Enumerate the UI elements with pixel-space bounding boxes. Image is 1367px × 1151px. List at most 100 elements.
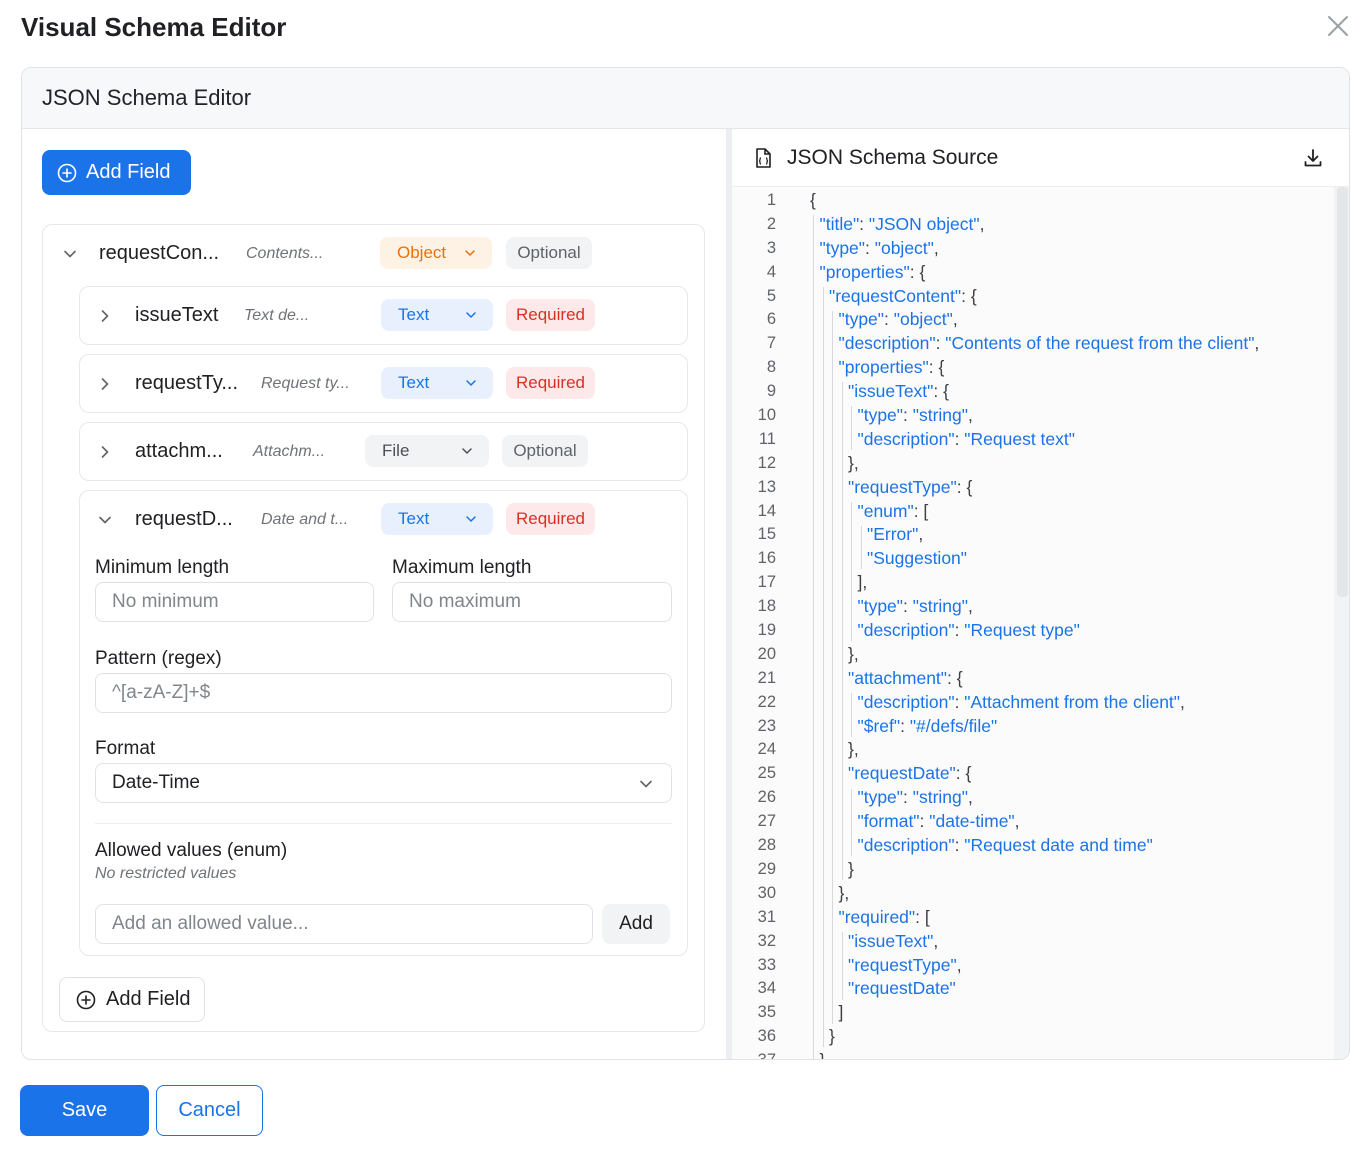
field-description[interactable]: Contents...	[246, 245, 323, 263]
code-line: 3 "type": "object",	[732, 237, 1334, 261]
code-text: }	[829, 1026, 835, 1047]
add-field-button[interactable]: Add Field	[42, 150, 191, 195]
code-text: "format": "date-time",	[857, 811, 1020, 832]
code-text: "requestType",	[848, 954, 962, 975]
required-toggle[interactable]: Optional	[506, 237, 592, 269]
indent-guide	[851, 692, 852, 737]
field-name[interactable]: requestD...	[135, 508, 233, 531]
field-name[interactable]: issueText	[135, 304, 218, 327]
code-text: "type": "object",	[819, 237, 939, 258]
pattern-input[interactable]: ^[a-zA-Z]+$	[95, 673, 672, 713]
code-text: "required": [	[838, 906, 930, 927]
source-title: JSON Schema Source	[787, 145, 999, 169]
add-nested-field-button[interactable]: Add Field	[59, 977, 205, 1022]
editor-title: JSON Schema Editor	[22, 68, 1349, 129]
required-toggle[interactable]: Required	[506, 367, 595, 399]
line-number: 3	[766, 238, 776, 257]
type-select[interactable]: Text	[381, 299, 493, 331]
indent-guide	[841, 382, 843, 881]
code-scrollbar[interactable]	[1334, 187, 1349, 1059]
chevron-down-icon[interactable]	[63, 247, 77, 261]
code-text: },	[838, 882, 850, 903]
field-card-attachment: attachm... Attachm... File Optional	[79, 422, 688, 481]
code-text: "title": "JSON object",	[819, 213, 985, 234]
line-number: 26	[757, 788, 776, 807]
min-length-input[interactable]: No minimum	[95, 582, 374, 622]
required-toggle[interactable]: Required	[506, 299, 595, 331]
close-icon[interactable]	[1324, 12, 1352, 40]
code-text: "requestDate"	[848, 978, 956, 999]
field-name[interactable]: requestTy...	[135, 372, 238, 395]
code-text: }	[820, 1049, 826, 1059]
indent-guide	[851, 788, 852, 857]
line-number: 35	[757, 1003, 776, 1022]
code-text: "issueText",	[848, 930, 939, 951]
chevron-right-icon[interactable]	[98, 445, 112, 459]
chevron-right-icon[interactable]	[98, 377, 112, 391]
type-select[interactable]: File	[365, 435, 489, 467]
code-text: "$ref": "#/defs/file"	[857, 715, 998, 736]
json-code-view[interactable]: 1{2 "title": "JSON object", 3 "type": "obje…	[732, 187, 1334, 1059]
code-text: "Suggestion"	[867, 548, 967, 569]
cancel-button[interactable]: Cancel	[156, 1085, 263, 1136]
plus-circle-icon	[57, 163, 77, 182]
line-number: 18	[757, 597, 776, 616]
source-header: JSON Schema Source	[732, 129, 1349, 187]
field-card-requestType: requestTy... Request ty... Text Required	[79, 354, 688, 413]
type-label: Text	[398, 509, 430, 528]
field-description[interactable]: Attachm...	[253, 443, 325, 461]
type-label: File	[382, 441, 410, 460]
line-number: 23	[757, 716, 776, 735]
field-description[interactable]: Request ty...	[261, 375, 350, 393]
line-number: 15	[757, 525, 776, 544]
code-text: "properties": {	[819, 261, 926, 282]
line-number: 24	[757, 740, 776, 759]
line-number: 5	[766, 286, 776, 305]
format-value: Date-Time	[112, 772, 200, 793]
max-length-input[interactable]: No maximum	[392, 582, 672, 622]
add-enum-button[interactable]: Add	[602, 904, 670, 944]
line-number: 2	[766, 214, 776, 233]
code-text: "description": "Request text"	[857, 428, 1075, 449]
code-text: "enum": [	[857, 500, 929, 521]
code-text: "type": "object",	[838, 309, 958, 330]
download-icon[interactable]	[1302, 147, 1324, 169]
field-name[interactable]: requestCon...	[99, 242, 219, 265]
field-description[interactable]: Date and t...	[261, 511, 348, 529]
code-text: },	[848, 739, 859, 760]
line-number: 25	[757, 764, 776, 783]
enum-value-input[interactable]: Add an allowed value...	[95, 904, 593, 944]
code-text: "description": "Contents of the request …	[838, 333, 1260, 354]
line-number: 7	[766, 334, 776, 353]
type-select[interactable]: Text	[381, 503, 493, 535]
code-text: "type": "string",	[857, 405, 973, 426]
required-toggle[interactable]: Required	[506, 503, 595, 535]
type-label: Object	[397, 243, 447, 262]
line-number: 37	[732, 1049, 776, 1059]
line-number: 31	[757, 907, 776, 926]
field-name[interactable]: attachm...	[135, 440, 223, 463]
format-select[interactable]: Date-Time	[95, 763, 672, 803]
code-text: "type": "string",	[857, 787, 973, 808]
chevron-right-icon[interactable]	[98, 309, 112, 323]
code-text: },	[848, 452, 859, 473]
line-number: 28	[757, 836, 776, 855]
line-number: 13	[757, 477, 776, 496]
type-select[interactable]: Text	[381, 367, 493, 399]
chevron-down-icon[interactable]	[98, 513, 112, 527]
chevron-down-icon	[466, 380, 476, 387]
code-text: {	[810, 190, 816, 210]
line-number: 4	[766, 262, 776, 281]
code-text: "description": "Request type"	[857, 620, 1080, 641]
required-toggle[interactable]: Optional	[502, 435, 588, 467]
enum-hint: No restricted values	[95, 865, 237, 882]
save-button[interactable]: Save	[20, 1085, 149, 1136]
scrollbar-thumb[interactable]	[1337, 187, 1348, 597]
type-select[interactable]: Object	[380, 237, 492, 269]
code-text: ]	[838, 1002, 844, 1023]
field-description[interactable]: Text de...	[244, 307, 309, 325]
code-text: "description": "Request date and time"	[857, 835, 1153, 856]
chevron-down-icon	[466, 516, 476, 523]
code-text: "description": "Attachment from the clie…	[857, 691, 1185, 712]
line-number: 17	[757, 573, 776, 592]
